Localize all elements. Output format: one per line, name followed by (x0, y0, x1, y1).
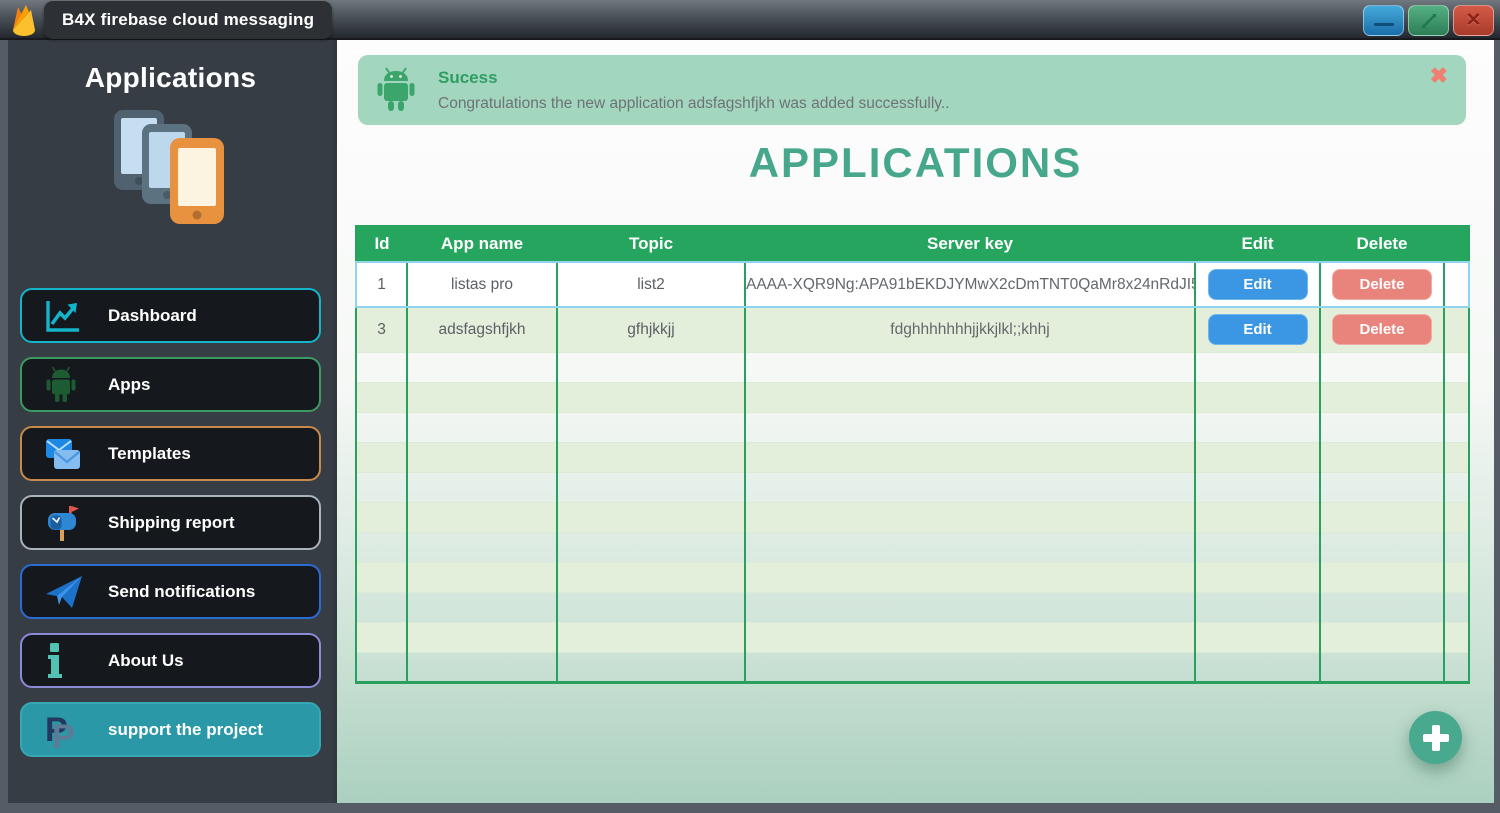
table-row[interactable]: 1 listas pro list2 AAAA-XQR9Ng:APA91bEKD… (355, 261, 1470, 308)
android-icon (44, 366, 108, 404)
cell-id: 3 (355, 306, 408, 352)
info-icon (44, 641, 108, 681)
column-header-server-key: Server key (745, 226, 1195, 262)
cell-topic: gfhjkkjj (556, 306, 746, 352)
applications-table: Id App name Topic Server key Edit Delete… (355, 225, 1470, 684)
empty-table-row (355, 381, 1470, 412)
cell-id: 1 (355, 261, 408, 307)
column-header-topic: Topic (557, 226, 745, 262)
cell-topic: list2 (556, 261, 746, 307)
empty-table-row (355, 531, 1470, 562)
empty-table-row (355, 471, 1470, 502)
sidebar-item-dashboard[interactable]: Dashboard (20, 288, 321, 343)
sidebar-item-templates[interactable]: Templates (20, 426, 321, 481)
alert-close-icon[interactable]: ✖ (1430, 65, 1448, 87)
sidebar-item-label: Apps (108, 374, 151, 394)
sidebar-item-label: Templates (108, 443, 191, 463)
resize-icon (1421, 13, 1436, 28)
cell-app-name: adsfagshfjkh (406, 306, 558, 352)
add-application-button[interactable] (1409, 711, 1462, 764)
cell-server-key: fdghhhhhhhjjkkjlkl;;khhj (744, 306, 1196, 352)
empty-table-row (355, 621, 1470, 652)
sidebar-title: Applications (84, 62, 257, 93)
titlebar: B4X firebase cloud messaging ✕ (0, 0, 1500, 40)
sidebar-item-label: support the project (108, 719, 263, 739)
delete-button[interactable]: Delete (1332, 314, 1432, 345)
firebase-flame-icon (9, 4, 39, 36)
close-button[interactable]: ✕ (1453, 5, 1494, 36)
column-header-app-name: App name (407, 226, 557, 262)
sidebar-item-apps[interactable]: Apps (20, 357, 321, 412)
success-alert: Sucess Congratulations the new applicati… (358, 55, 1466, 125)
column-header-id: Id (356, 226, 407, 262)
edit-button[interactable]: Edit (1207, 314, 1308, 345)
sidebar-item-label: Dashboard (108, 305, 197, 325)
table-header-row: Id App name Topic Server key Edit Delete (356, 226, 1469, 262)
minimize-button[interactable] (1363, 5, 1404, 36)
window-controls: ✕ (1363, 5, 1494, 36)
cell-spacer (1443, 261, 1470, 307)
column-header-spacer (1444, 226, 1469, 262)
alert-message: Congratulations the new application adsf… (438, 94, 950, 112)
window-title: B4X firebase cloud messaging (44, 1, 333, 39)
maximize-button[interactable] (1408, 5, 1449, 36)
cell-server-key: AAAA-XQR9Ng:APA91bEKDJYMwX2cDmTNT0QaMr8x… (744, 261, 1196, 307)
sidebar-item-support-project[interactable]: P P support the project (20, 702, 321, 757)
plus-icon (1422, 724, 1449, 751)
envelopes-icon (44, 437, 108, 471)
empty-table-row (355, 441, 1470, 472)
sidebar-item-label: Shipping report (108, 512, 235, 532)
page-title: APPLICATIONS (748, 139, 1083, 186)
sidebar-nav: Dashboard Apps Templates Shipping report… (8, 288, 333, 757)
sidebar-item-send-notifications[interactable]: Send notifications (20, 564, 321, 619)
mailbox-icon (44, 504, 108, 542)
edit-button[interactable]: Edit (1207, 269, 1308, 300)
empty-table-row (355, 561, 1470, 592)
sidebar-item-about-us[interactable]: About Us (20, 633, 321, 688)
applications-phones-icon (112, 108, 230, 236)
empty-table-row (355, 501, 1470, 532)
column-header-delete: Delete (1320, 226, 1444, 262)
paper-plane-icon (44, 574, 108, 610)
close-icon: ✕ (1465, 10, 1482, 31)
cell-app-name: listas pro (406, 261, 558, 307)
sidebar-item-label: Send notifications (108, 581, 256, 601)
main-content: Sucess Congratulations the new applicati… (333, 40, 1494, 803)
empty-table-row (355, 651, 1470, 682)
column-header-edit: Edit (1195, 226, 1320, 262)
delete-button[interactable]: Delete (1332, 269, 1432, 300)
minimize-icon (1373, 23, 1394, 26)
sidebar-item-label: About Us (108, 650, 184, 670)
alert-title: Sucess (438, 67, 498, 87)
sidebar-item-shipping-report[interactable]: Shipping report (20, 495, 321, 550)
empty-table-row (355, 351, 1470, 382)
android-success-icon (376, 67, 416, 113)
sidebar: Applications Dashboard Apps Templates Sh… (8, 40, 333, 803)
empty-table-row (355, 411, 1470, 442)
cell-spacer (1443, 306, 1470, 352)
paypal-icon: P P (44, 710, 108, 750)
line-chart-icon (44, 298, 108, 334)
table-row[interactable]: 3 adsfagshfjkh gfhjkkjj fdghhhhhhhjjkkjl… (355, 306, 1470, 352)
svg-text:P: P (52, 718, 75, 750)
empty-table-row (355, 591, 1470, 622)
